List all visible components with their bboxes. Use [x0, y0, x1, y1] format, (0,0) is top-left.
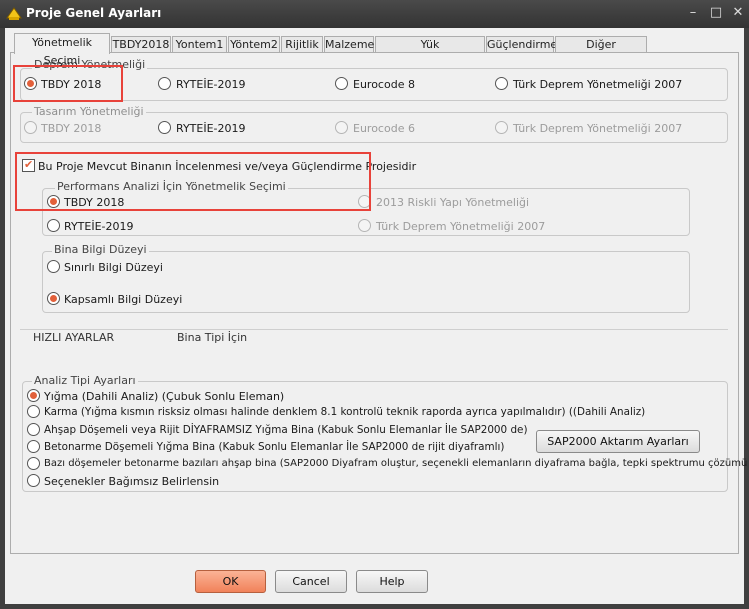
- deprem-label-eurocode8: Eurocode 8: [353, 78, 415, 91]
- tab-diger-secenekler[interactable]: Diğer Seçenekler: [555, 36, 647, 66]
- tab-yontem2[interactable]: Yöntem2: [228, 36, 280, 53]
- tasarim-radio-eurocode6[interactable]: [335, 121, 348, 134]
- analiz-radio-betonarme[interactable]: [27, 440, 40, 453]
- tasarim-label-eurocode6: Eurocode 6: [353, 122, 415, 135]
- bina-bilgi-label-sinirli: Sınırlı Bilgi Düzeyi: [64, 261, 163, 274]
- cancel-button[interactable]: Cancel: [275, 570, 347, 593]
- bina-bilgi-group-title: Bina Bilgi Düzeyi: [52, 243, 149, 256]
- analiz-radio-ahsap[interactable]: [27, 423, 40, 436]
- analiz-label-betonarme: Betonarme Döşemeli Yığma Bina (Kabuk Son…: [44, 441, 505, 453]
- tab-malzeme[interactable]: Malzeme: [324, 36, 374, 53]
- tasarim-label-tbdy2018: TBDY 2018: [41, 122, 102, 135]
- deprem-label-tdy2007: Türk Deprem Yönetmeliği 2007: [513, 78, 683, 91]
- tab-yonetmelik-secimi[interactable]: Yönetmelik Seçimi: [14, 33, 110, 67]
- performans-radio-tdy2007[interactable]: [358, 219, 371, 232]
- deprem-label-ryteie: RYTEİE-2019: [176, 78, 246, 91]
- performans-label-riskli-yapi: 2013 Riskli Yapı Yönetmeliği: [376, 196, 530, 209]
- tasarim-label-ryteie: RYTEİE-2019: [176, 122, 246, 135]
- hizli-ayarlar-title: HIZLI AYARLAR: [33, 331, 115, 344]
- deprem-radio-ryteie[interactable]: [158, 77, 171, 90]
- bina-bilgi-label-kapsamli: Kapsamlı Bilgi Düzeyi: [64, 293, 183, 306]
- app-logo-icon: [6, 7, 22, 20]
- tab-guclendirme[interactable]: Güçlendirme: [486, 36, 557, 53]
- tasarim-radio-tdy2007[interactable]: [495, 121, 508, 134]
- bina-bilgi-radio-kapsamli[interactable]: [47, 292, 60, 305]
- performans-label-tdy2007: Türk Deprem Yönetmeliği 2007: [376, 220, 546, 233]
- analiz-label-bagimsiz: Seçenekler Bağımsız Belirlensin: [44, 475, 220, 488]
- bina-tipi-label: Bina Tipi İçin: [177, 331, 248, 344]
- analiz-radio-yigma[interactable]: [27, 389, 40, 402]
- tab-yuk-kombinasyonlari[interactable]: Yük Kombinasyonları: [375, 36, 485, 66]
- analiz-label-karisik-doseme: Bazı döşemeler betonarme bazıları ahşap …: [44, 458, 749, 469]
- tasarim-label-tdy2007: Türk Deprem Yönetmeliği 2007: [513, 122, 683, 135]
- analiz-label-karma: Karma (Yığma kısmın risksiz olması halin…: [44, 406, 646, 418]
- maximize-button[interactable]: □: [709, 6, 723, 20]
- analiz-radio-karma[interactable]: [27, 405, 40, 418]
- tab-rijitlik[interactable]: Rijitlik: [281, 36, 323, 53]
- tasarim-radio-tbdy2018[interactable]: [24, 121, 37, 134]
- analiz-label-yigma: Yığma (Dahili Analiz) (Çubuk Sonlu Elema…: [44, 390, 285, 403]
- dialog-window: Proje Genel Ayarları – □ ✕ Yönetmelik Se…: [0, 0, 749, 609]
- hizli-separator: [20, 329, 728, 330]
- deprem-highlight-box: [13, 65, 123, 102]
- help-button[interactable]: Help: [356, 570, 428, 593]
- analiz-radio-karisik-doseme[interactable]: [27, 457, 40, 470]
- analiz-radio-bagimsiz[interactable]: [27, 474, 40, 487]
- window-title: Proje Genel Ayarları: [26, 6, 162, 20]
- minimize-button[interactable]: –: [686, 6, 700, 20]
- deprem-radio-tdy2007[interactable]: [495, 77, 508, 90]
- title-bar[interactable]: Proje Genel Ayarları – □ ✕: [0, 0, 749, 28]
- bina-bilgi-radio-sinirli[interactable]: [47, 260, 60, 273]
- performans-label-ryteie: RYTEİE-2019: [64, 220, 134, 233]
- ok-button[interactable]: OK: [195, 570, 266, 593]
- tasarim-radio-ryteie[interactable]: [158, 121, 171, 134]
- tab-tbdy2018[interactable]: TBDY2018: [111, 36, 171, 53]
- tab-yontem1[interactable]: Yontem1: [172, 36, 227, 53]
- tasarim-group-title: Tasarım Yönetmeliği: [32, 105, 146, 118]
- deprem-radio-eurocode8[interactable]: [335, 77, 348, 90]
- analiz-label-ahsap: Ahşap Döşemeli veya Rijit DİYAFRAMSIZ Yı…: [44, 424, 528, 436]
- sap2000-settings-button[interactable]: SAP2000 Aktarım Ayarları: [536, 430, 700, 453]
- performans-radio-ryteie[interactable]: [47, 219, 60, 232]
- close-button[interactable]: ✕: [731, 6, 745, 20]
- mevcut-bina-highlight-box: [15, 152, 371, 211]
- analiz-group-title: Analiz Tipi Ayarları: [32, 374, 138, 387]
